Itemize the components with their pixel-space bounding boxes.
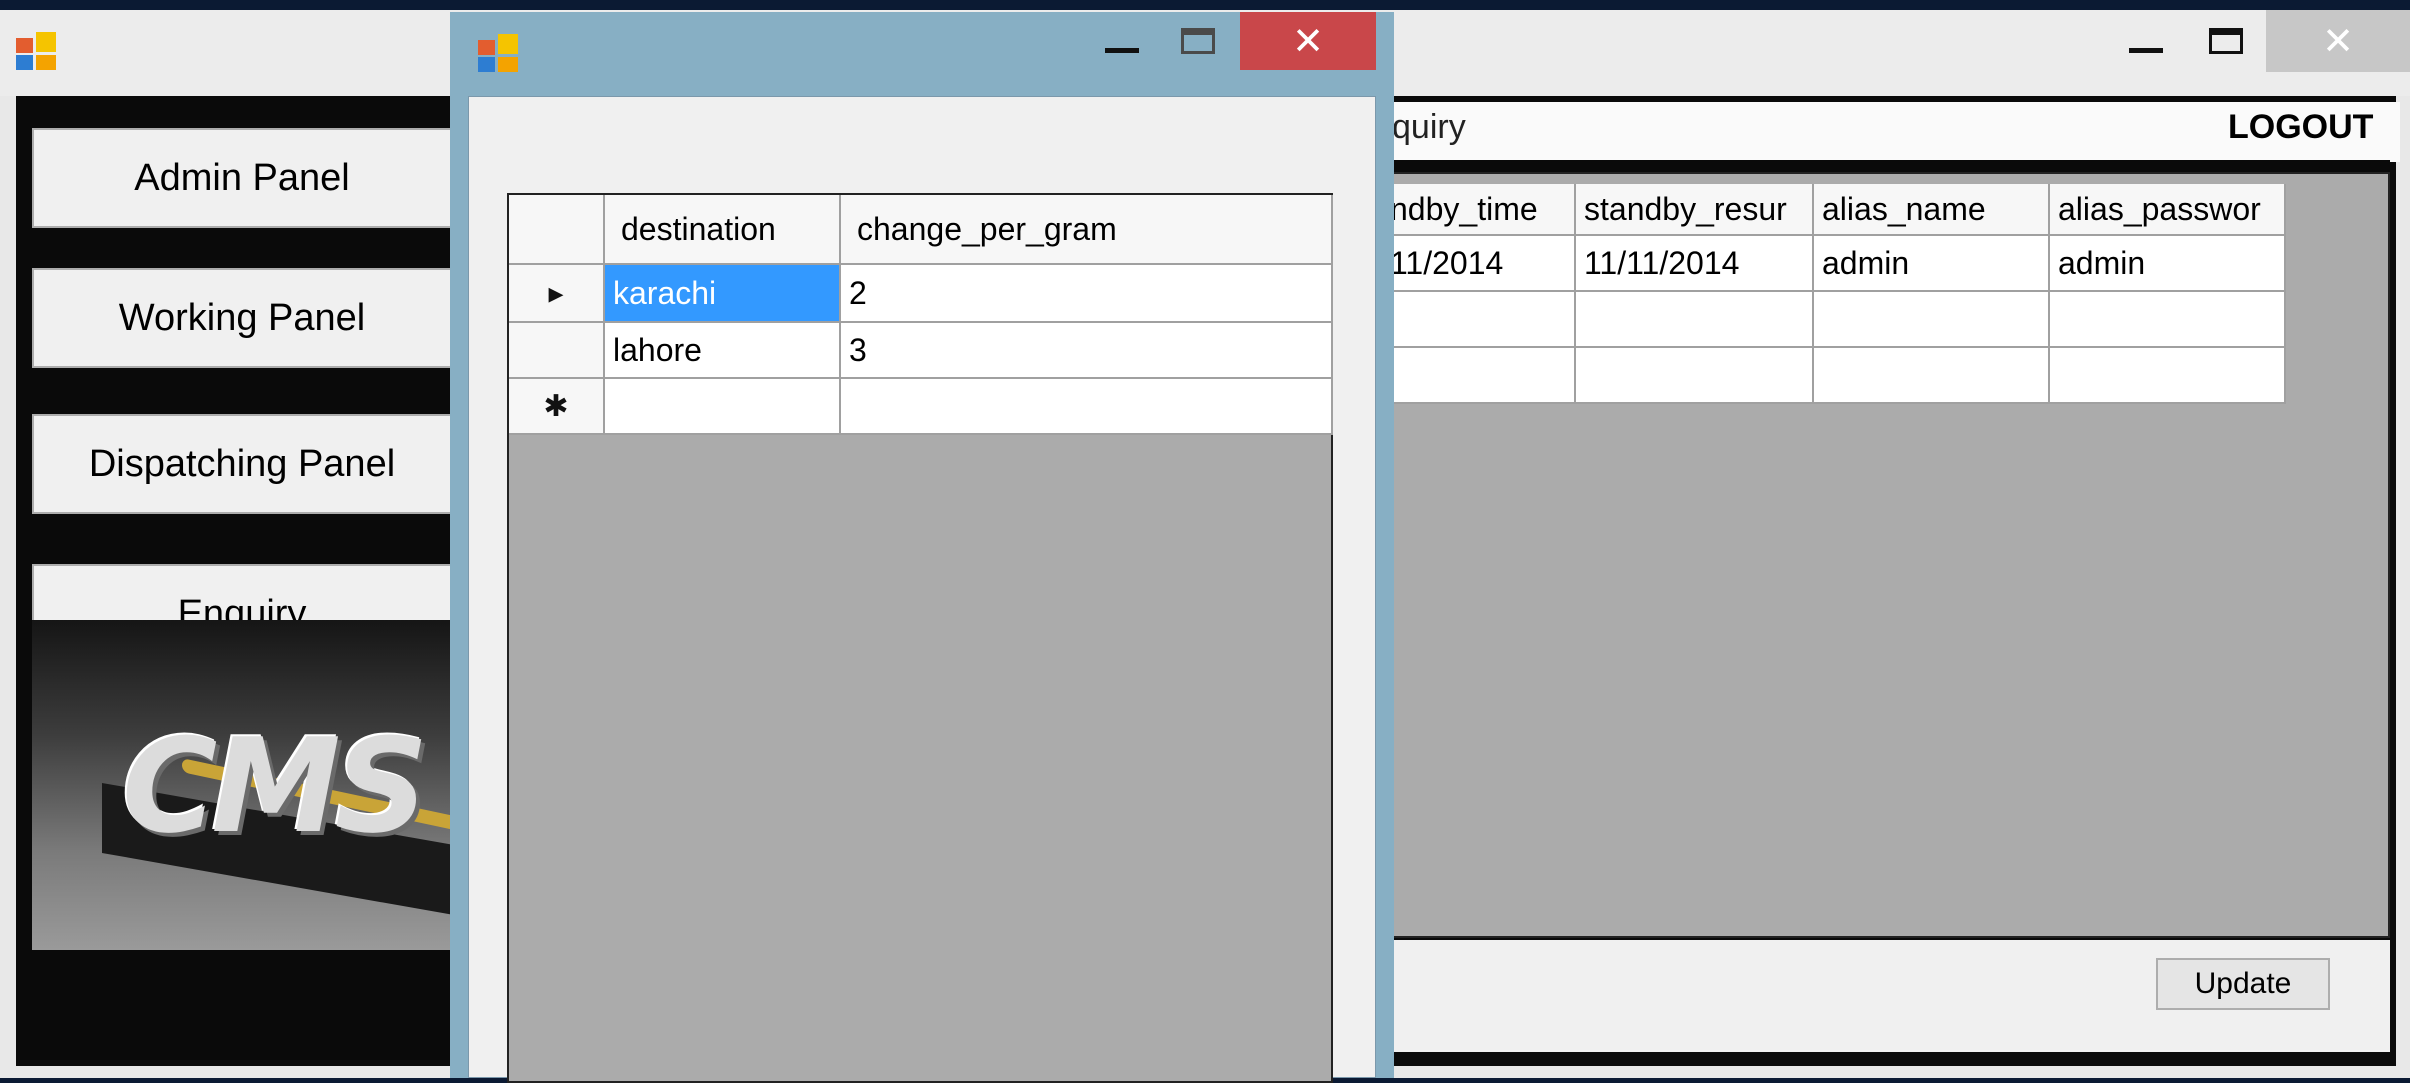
dialog-app-icon bbox=[478, 34, 518, 74]
table-cell[interactable]: 11/2014 bbox=[1382, 236, 1576, 292]
destination-rates-grid[interactable]: destination change_per_gram ▸ karachi 2 … bbox=[507, 193, 1333, 1083]
table-cell[interactable] bbox=[1814, 348, 2050, 404]
cms-logo: CMS bbox=[32, 620, 452, 950]
rates-dialog: ✕ destination change_per_gram ▸ karachi … bbox=[450, 12, 1394, 1083]
column-header[interactable]: destination bbox=[605, 195, 841, 265]
column-header[interactable]: standby_resur bbox=[1576, 184, 1814, 236]
dialog-close-button[interactable]: ✕ bbox=[1240, 12, 1376, 70]
maximize-icon bbox=[1181, 28, 1215, 54]
table-cell[interactable]: 3 bbox=[841, 323, 1333, 379]
table-cell[interactable]: 11/11/2014 bbox=[1576, 236, 1814, 292]
table-cell[interactable] bbox=[841, 379, 1333, 435]
close-icon: ✕ bbox=[2322, 19, 2354, 63]
dialog-maximize-button[interactable] bbox=[1162, 12, 1234, 70]
row-header-new-row-icon[interactable]: ✱ bbox=[509, 379, 605, 435]
minimize-icon bbox=[2129, 47, 2163, 53]
dialog-client-area: destination change_per_gram ▸ karachi 2 … bbox=[468, 96, 1376, 1083]
table-cell[interactable]: admin bbox=[2050, 236, 2286, 292]
table-cell[interactable]: 2 bbox=[841, 265, 1333, 323]
minimize-icon bbox=[1105, 47, 1139, 53]
column-header[interactable]: alias_name bbox=[1814, 184, 2050, 236]
table-cell[interactable] bbox=[1576, 292, 1814, 348]
dispatching-panel-button[interactable]: Dispatching Panel bbox=[32, 414, 452, 514]
table-cell[interactable] bbox=[1382, 348, 1576, 404]
table-cell[interactable] bbox=[605, 379, 841, 435]
column-header[interactable]: ndby_time bbox=[1382, 184, 1576, 236]
table-cell[interactable] bbox=[2050, 348, 2286, 404]
row-header[interactable] bbox=[509, 323, 605, 379]
column-header[interactable]: change_per_gram bbox=[841, 195, 1333, 265]
menu-divider bbox=[1380, 160, 2390, 170]
close-icon: ✕ bbox=[1292, 19, 1324, 63]
menu-item-enquiry[interactable]: quiry bbox=[1392, 108, 1466, 147]
close-button[interactable]: ✕ bbox=[2266, 10, 2410, 72]
minimize-button[interactable] bbox=[2110, 10, 2182, 72]
table-cell[interactable]: lahore bbox=[605, 323, 841, 379]
logo-text: CMS bbox=[122, 710, 428, 862]
table-cell[interactable] bbox=[1576, 348, 1814, 404]
grid-corner-header[interactable] bbox=[509, 195, 605, 265]
admin-panel-button[interactable]: Admin Panel bbox=[32, 128, 452, 228]
table-cell[interactable]: karachi bbox=[605, 265, 841, 323]
row-header-current-icon[interactable]: ▸ bbox=[509, 265, 605, 323]
user-data-grid[interactable]: ndby_time standby_resur alias_name alias… bbox=[1380, 172, 2390, 938]
table-cell[interactable] bbox=[2050, 292, 2286, 348]
maximize-button[interactable] bbox=[2190, 10, 2262, 72]
maximize-icon bbox=[2209, 28, 2243, 54]
update-button[interactable]: Update bbox=[2156, 958, 2330, 1010]
working-panel-button[interactable]: Working Panel bbox=[32, 268, 452, 368]
column-header[interactable]: alias_passwor bbox=[2050, 184, 2286, 236]
logout-button[interactable]: LOGOUT bbox=[2228, 108, 2373, 147]
app-icon bbox=[16, 32, 56, 72]
table-cell[interactable] bbox=[1382, 292, 1576, 348]
table-cell[interactable] bbox=[1814, 292, 2050, 348]
dialog-minimize-button[interactable] bbox=[1086, 12, 1158, 70]
table-cell[interactable]: admin bbox=[1814, 236, 2050, 292]
